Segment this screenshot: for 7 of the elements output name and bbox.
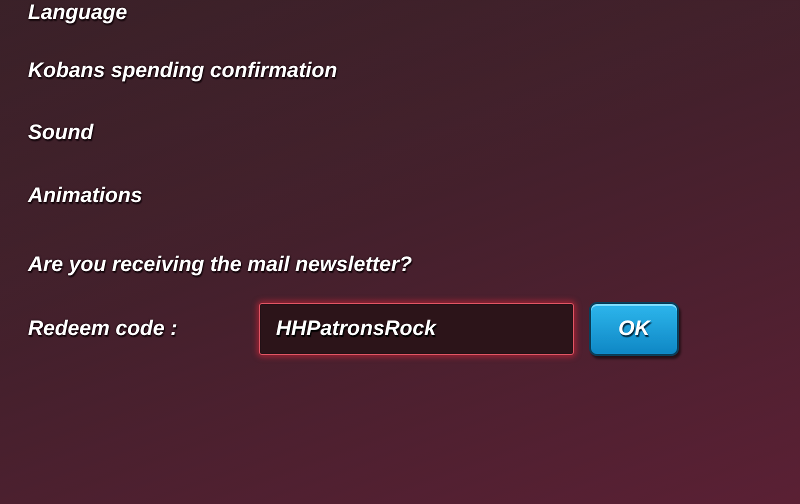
- setting-label: Sound: [28, 120, 95, 146]
- setting-label: Are you receiving the mail newsletter?: [28, 252, 413, 278]
- redeem-code-field[interactable]: HHPatronsRock: [259, 303, 574, 355]
- setting-label: Animations: [28, 183, 144, 209]
- setting-label: Kobans spending confirmation: [28, 58, 338, 84]
- redeem-code-label: Redeem code :: [28, 316, 178, 342]
- setting-label: Language: [28, 0, 128, 26]
